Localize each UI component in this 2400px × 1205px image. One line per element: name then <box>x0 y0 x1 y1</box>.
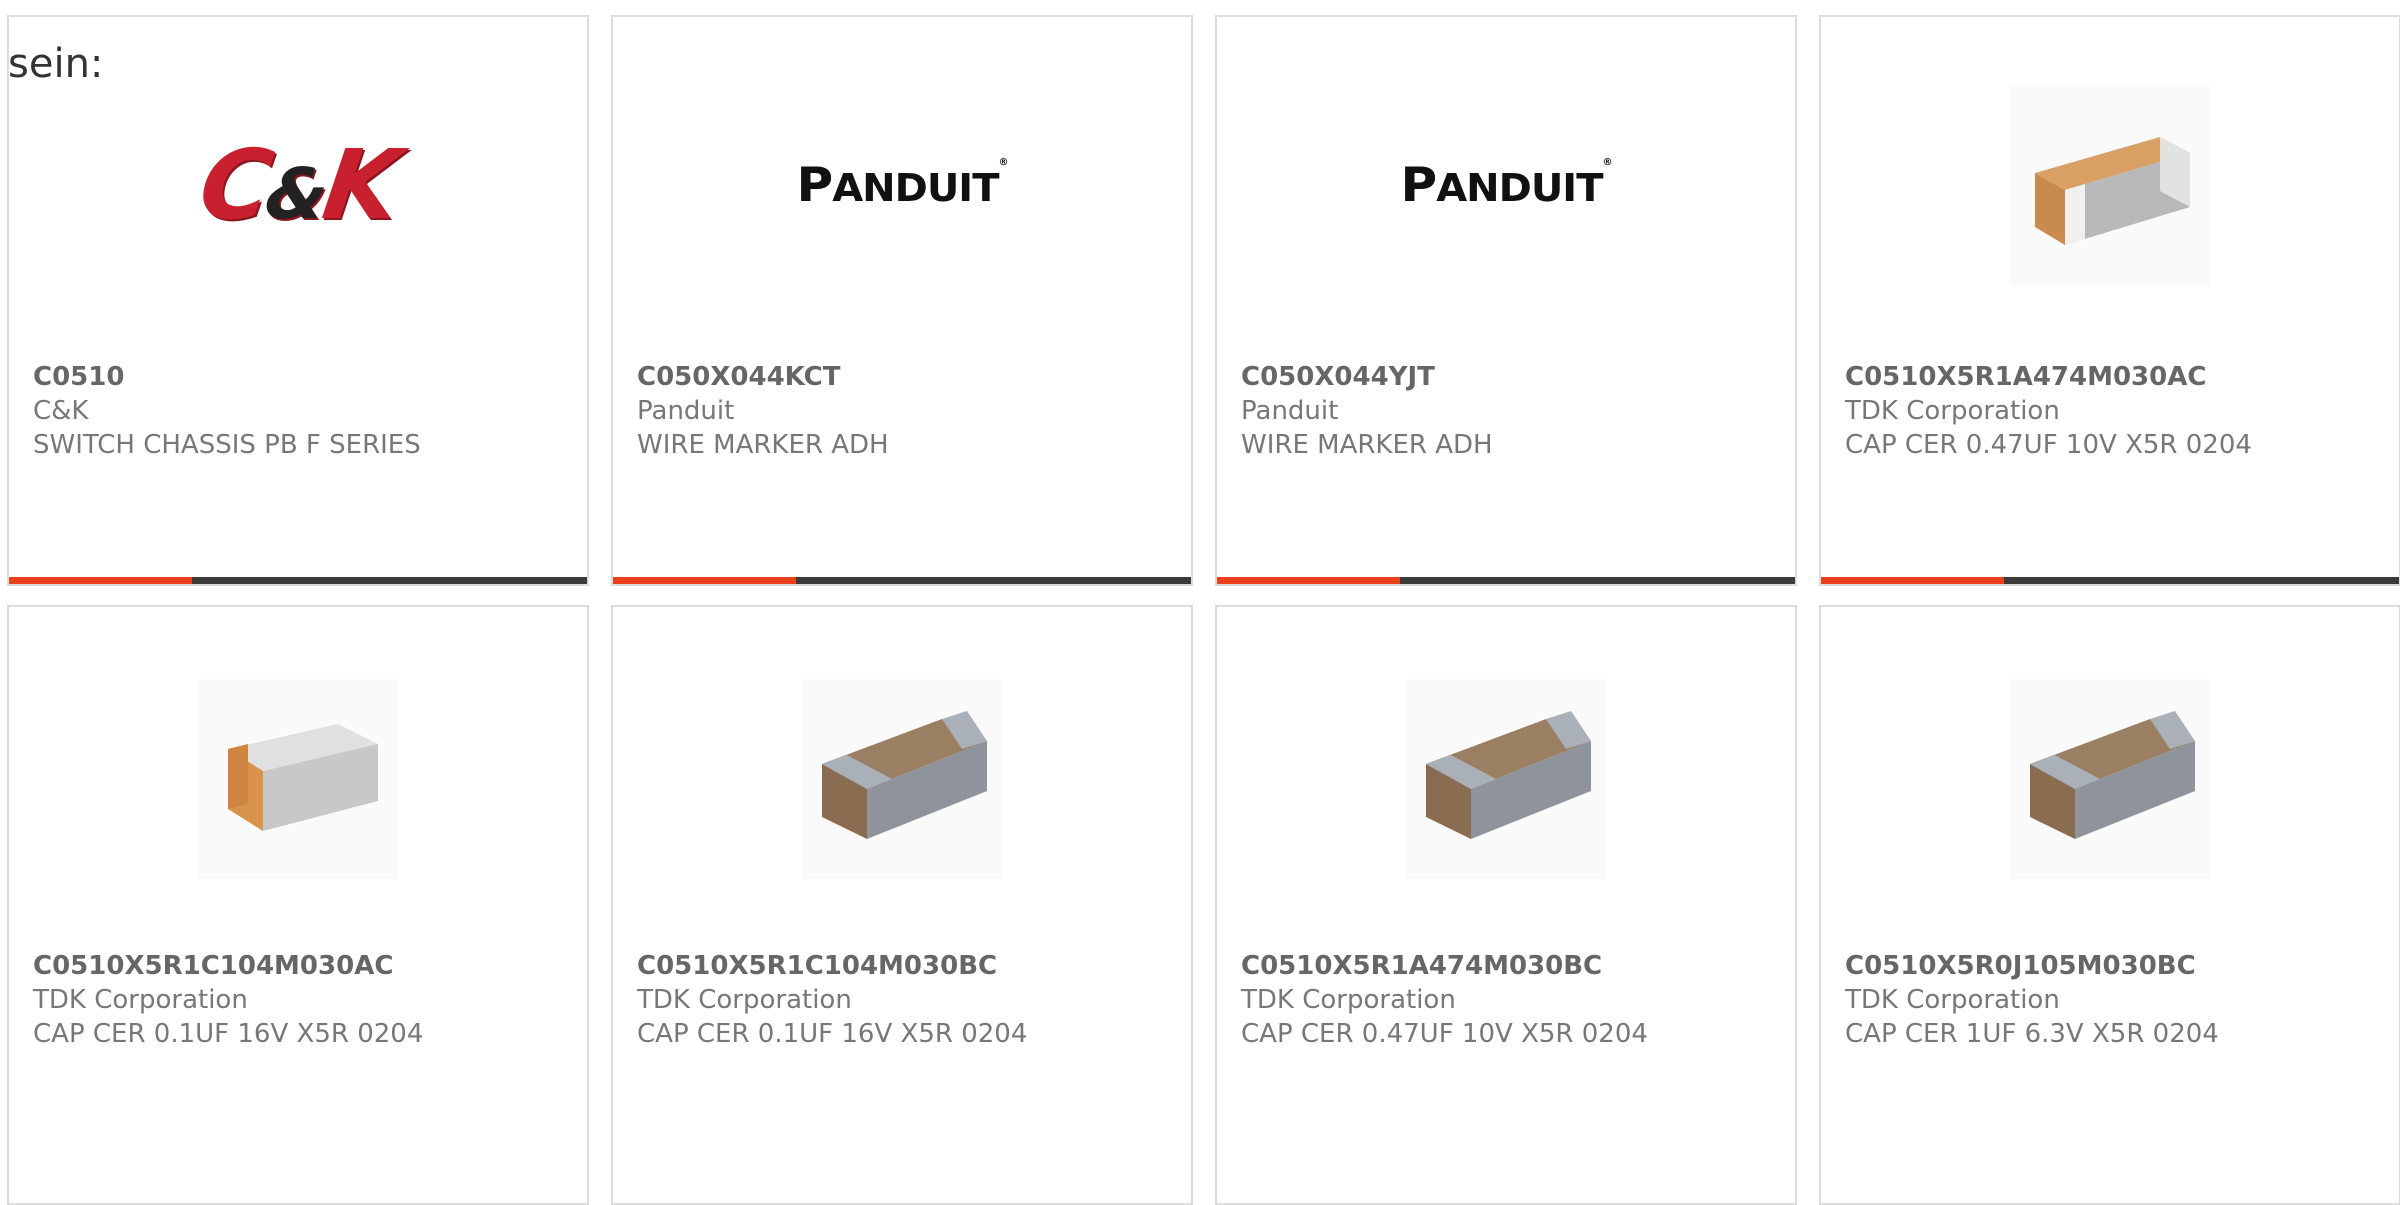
manufacturer-name: TDK Corporation <box>33 985 248 1015</box>
panduit-logo-icon: PANDUIT® <box>1400 157 1613 213</box>
manufacturer-logo: PANDUIT® <box>1400 85 1613 285</box>
card-footer-bar <box>9 577 587 584</box>
manufacturer-name: TDK Corporation <box>1845 985 2060 1015</box>
product-description: WIRE MARKER ADH <box>1241 430 1493 460</box>
product-description: CAP CER 0.1UF 16V X5R 0204 <box>637 1019 1028 1049</box>
product-image <box>193 679 403 879</box>
manufacturer-name: TDK Corporation <box>1241 985 1456 1015</box>
manufacturer-logo: PANDUIT® <box>796 85 1009 285</box>
part-number-link[interactable]: C0510X5R0J105M030BC <box>1845 949 2379 983</box>
manufacturer-logo: C&K <box>193 85 403 285</box>
manufacturer-name: Panduit <box>637 396 735 426</box>
product-card[interactable]: C0510X5R1C104M030AC TDK Corporation CAP … <box>7 605 589 1205</box>
manufacturer-name: Panduit <box>1241 396 1339 426</box>
part-number-link[interactable]: C050X044YJT <box>1241 360 1775 394</box>
capacitor-chip-icon <box>2010 679 2210 879</box>
product-description: WIRE MARKER ADH <box>637 430 889 460</box>
product-description: CAP CER 0.1UF 16V X5R 0204 <box>33 1019 424 1049</box>
card-footer-bar <box>613 577 1191 584</box>
page-heading-fragment: sein: <box>8 41 104 87</box>
product-image <box>2005 85 2215 285</box>
product-card[interactable]: C0510X5R1C104M030BC TDK Corporation CAP … <box>611 605 1193 1205</box>
manufacturer-name: TDK Corporation <box>637 985 852 1015</box>
product-card[interactable]: PANDUIT® C050X044KCT Panduit WIRE MARKER… <box>611 15 1193 586</box>
product-description: CAP CER 1UF 6.3V X5R 0204 <box>1845 1019 2219 1049</box>
manufacturer-name: C&K <box>33 396 89 426</box>
product-card[interactable]: C0510X5R1A474M030AC TDK Corporation CAP … <box>1819 15 2400 586</box>
product-card[interactable]: C0510X5R1A474M030BC TDK Corporation CAP … <box>1215 605 1797 1205</box>
product-grid: C&K C0510 C&K SWITCH CHASSIS PB F SERIES… <box>0 0 2400 1205</box>
capacitor-chip-icon <box>198 679 398 879</box>
card-footer-bar <box>1217 577 1795 584</box>
product-description: CAP CER 0.47UF 10V X5R 0204 <box>1241 1019 1648 1049</box>
product-card[interactable]: C0510X5R0J105M030BC TDK Corporation CAP … <box>1819 605 2400 1205</box>
panduit-logo-icon: PANDUIT® <box>796 157 1009 213</box>
capacitor-chip-icon <box>1406 679 1606 879</box>
part-number-link[interactable]: C0510X5R1A474M030AC <box>1845 360 2379 394</box>
product-image <box>797 679 1007 879</box>
part-number-link[interactable]: C0510X5R1A474M030BC <box>1241 949 1775 983</box>
part-number-link[interactable]: C0510X5R1C104M030BC <box>637 949 1171 983</box>
capacitor-chip-icon <box>802 679 1002 879</box>
product-card[interactable]: C&K C0510 C&K SWITCH CHASSIS PB F SERIES <box>7 15 589 586</box>
manufacturer-name: TDK Corporation <box>1845 396 2060 426</box>
product-description: CAP CER 0.47UF 10V X5R 0204 <box>1845 430 2252 460</box>
ck-logo-icon: C&K <box>193 129 403 241</box>
part-number-link[interactable]: C0510X5R1C104M030AC <box>33 949 567 983</box>
part-number-link[interactable]: C0510 <box>33 360 567 394</box>
capacitor-chip-icon <box>2010 85 2210 285</box>
product-description: SWITCH CHASSIS PB F SERIES <box>33 430 421 460</box>
card-footer-bar <box>1821 577 2399 584</box>
product-card[interactable]: PANDUIT® C050X044YJT Panduit WIRE MARKER… <box>1215 15 1797 586</box>
part-number-link[interactable]: C050X044KCT <box>637 360 1171 394</box>
product-image <box>1401 679 1611 879</box>
product-image <box>2005 679 2215 879</box>
